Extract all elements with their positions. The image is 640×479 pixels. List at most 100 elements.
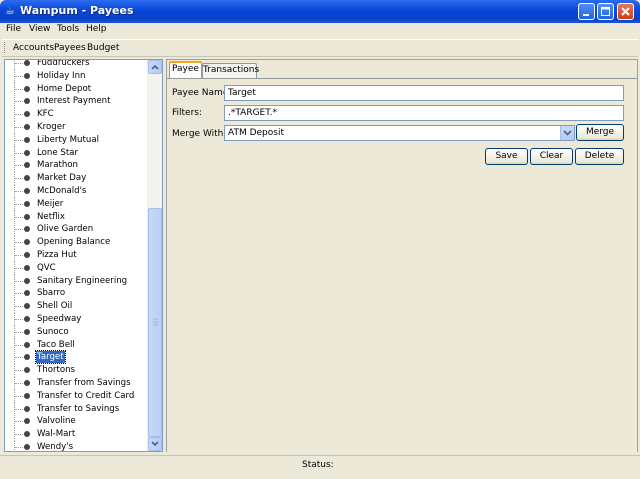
- leaf-node-icon: [24, 290, 30, 297]
- scroll-up-button[interactable]: [148, 60, 162, 74]
- title-bar[interactable]: ☕ Wampum - Payees: [0, 0, 640, 23]
- tab-payee[interactable]: Payee: [169, 61, 202, 79]
- window-title: Wampum - Payees: [20, 4, 134, 17]
- leaf-node-icon: [24, 367, 30, 374]
- toolbar-accounts-button[interactable]: Accounts: [13, 43, 54, 53]
- leaf-node-icon: [24, 85, 30, 92]
- tree-item[interactable]: Meijer: [5, 197, 149, 211]
- tree-item[interactable]: Valvoline: [5, 415, 149, 429]
- delete-button[interactable]: Delete: [575, 148, 624, 165]
- leaf-node-icon: [24, 239, 30, 246]
- tree-item-label: Lone Star: [37, 147, 78, 158]
- tree-item[interactable]: Transfer to Credit Card: [5, 389, 149, 403]
- toolbar-budget-button[interactable]: Budget: [87, 43, 119, 53]
- tree-item[interactable]: Olive Garden: [5, 223, 149, 237]
- merge-button[interactable]: Merge: [576, 124, 624, 141]
- tree-item[interactable]: Pizza Hut: [5, 248, 149, 262]
- tree-item[interactable]: Taco Bell: [5, 338, 149, 352]
- merge-with-select[interactable]: ATM Deposit: [224, 125, 575, 141]
- tree-item-label: Taco Bell: [37, 339, 75, 350]
- payee-tree-panel: Fuddruckers Holiday Inn Home Depot Interest…: [4, 59, 163, 452]
- tree-item[interactable]: Kroger: [5, 120, 149, 134]
- minimize-button[interactable]: [578, 3, 595, 20]
- leaf-node-icon: [24, 136, 30, 143]
- tree-item-label: Sunoco: [37, 326, 69, 337]
- tree-item[interactable]: Transfer to Savings: [5, 402, 149, 416]
- tree-item[interactable]: McDonald's: [5, 184, 149, 198]
- tree-item[interactable]: Marathon: [5, 159, 149, 173]
- tab-transactions[interactable]: Transactions: [202, 63, 259, 78]
- chevron-down-icon: [563, 130, 572, 136]
- tree-item[interactable]: Thortons: [5, 364, 149, 378]
- tree-item[interactable]: Liberty Mutual: [5, 133, 149, 147]
- leaf-node-icon: [24, 277, 30, 284]
- toolbar-grip[interactable]: [4, 42, 7, 53]
- scroll-thumb[interactable]: [148, 208, 162, 437]
- payee-detail-panel: Payee Transactions Payee Name: Target Fi…: [166, 59, 638, 452]
- merge-with-dropdown-button[interactable]: [560, 126, 574, 140]
- leaf-node-icon: [24, 149, 30, 156]
- tree-item[interactable]: Target: [5, 350, 149, 365]
- tree-item[interactable]: Sunoco: [5, 325, 149, 339]
- tree-item[interactable]: KFC: [5, 108, 149, 122]
- tree-item[interactable]: Wal-Mart: [5, 428, 149, 442]
- filters-label: Filters:: [172, 108, 203, 118]
- java-app-icon[interactable]: ☕: [5, 5, 17, 17]
- tree-item-label: Meijer: [37, 198, 64, 209]
- tree-item-label: Market Day: [37, 173, 87, 184]
- leaf-node-icon: [24, 226, 30, 233]
- tree-item[interactable]: Market Day: [5, 172, 149, 186]
- filters-field[interactable]: .*TARGET.*: [224, 105, 624, 121]
- tree-item[interactable]: Sanitary Engineering: [5, 274, 149, 288]
- tree-item[interactable]: Fuddruckers: [5, 60, 149, 70]
- tree-item-label: Pizza Hut: [37, 249, 77, 260]
- tree-item[interactable]: QVC: [5, 261, 149, 275]
- payee-tree[interactable]: Fuddruckers Holiday Inn Home Depot Interest…: [5, 60, 149, 451]
- menu-view[interactable]: View: [29, 24, 50, 34]
- close-button[interactable]: [617, 3, 634, 20]
- menu-tools[interactable]: Tools: [57, 24, 79, 34]
- leaf-node-icon: [24, 251, 30, 258]
- leaf-node-icon: [24, 418, 30, 425]
- payee-name-field[interactable]: Target: [224, 85, 624, 101]
- tree-item-label: QVC: [37, 262, 56, 273]
- leaf-node-icon: [24, 123, 30, 130]
- tree-item[interactable]: Home Depot: [5, 82, 149, 96]
- leaf-node-icon: [24, 315, 30, 322]
- tree-item-label: Speedway: [37, 313, 82, 324]
- chevron-down-icon: [151, 441, 159, 447]
- close-icon: [621, 7, 630, 16]
- tree-item[interactable]: Shell Oil: [5, 300, 149, 314]
- tree-item[interactable]: Transfer from Savings: [5, 376, 149, 390]
- leaf-node-icon: [24, 303, 30, 310]
- tree-item[interactable]: Lone Star: [5, 146, 149, 160]
- tree-item[interactable]: Opening Balance: [5, 236, 149, 250]
- tree-item[interactable]: Wendy's: [5, 440, 149, 451]
- leaf-node-icon: [24, 392, 30, 399]
- toolbar-payees-button[interactable]: Payees: [54, 43, 86, 53]
- clear-button[interactable]: Clear: [530, 148, 573, 165]
- leaf-node-icon: [24, 431, 30, 438]
- tree-item[interactable]: Speedway: [5, 312, 149, 326]
- tree-vertical-scrollbar[interactable]: [147, 60, 162, 451]
- leaf-node-icon: [24, 111, 30, 118]
- tree-item-label: Transfer to Credit Card: [37, 390, 135, 401]
- payee-tab-body: Payee Name: Target Filters: .*TARGET.* M…: [167, 78, 637, 452]
- leaf-node-icon: [24, 328, 30, 335]
- maximize-button[interactable]: [597, 3, 614, 20]
- menu-file[interactable]: File: [6, 24, 21, 34]
- tree-item-label: Transfer to Savings: [37, 403, 120, 414]
- merge-with-label: Merge With:: [172, 129, 227, 139]
- status-label: Status:: [302, 460, 334, 470]
- tree-item[interactable]: Netflix: [5, 210, 149, 224]
- tree-item[interactable]: Sbarro: [5, 287, 149, 301]
- tree-item-label: Transfer from Savings: [37, 377, 131, 388]
- maximize-icon: [601, 7, 610, 16]
- tree-item[interactable]: Holiday Inn: [5, 69, 149, 83]
- scroll-down-button[interactable]: [148, 437, 162, 451]
- menu-help[interactable]: Help: [86, 24, 107, 34]
- tree-item-label: Wal-Mart: [37, 429, 76, 440]
- tree-item[interactable]: Interest Payment: [5, 95, 149, 109]
- menu-bar: File View Tools Help: [0, 23, 640, 37]
- save-button[interactable]: Save: [485, 148, 528, 165]
